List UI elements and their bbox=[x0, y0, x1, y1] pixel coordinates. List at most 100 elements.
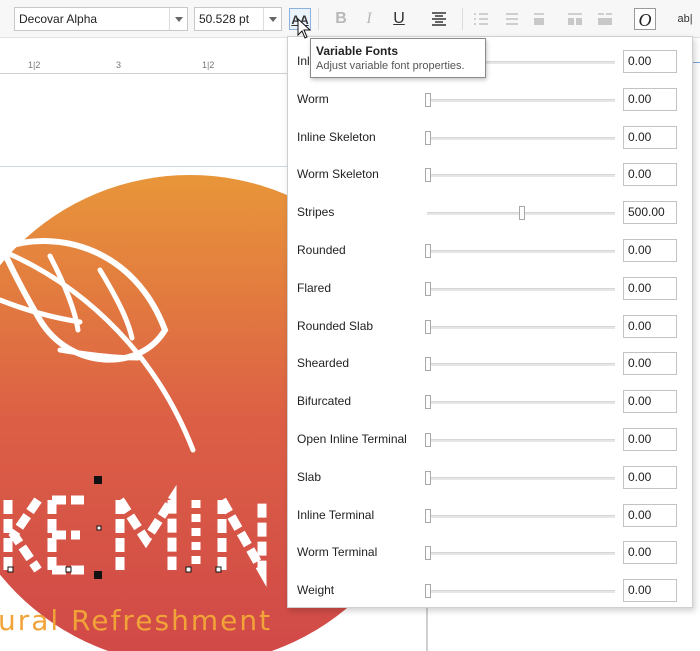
axis-slider-track[interactable] bbox=[427, 174, 615, 178]
font-family-value: Decovar Alpha bbox=[19, 12, 98, 26]
chevron-down-icon[interactable] bbox=[169, 8, 187, 30]
tooltip-description: Adjust variable font properties. bbox=[316, 60, 465, 72]
bold-button[interactable]: B bbox=[330, 8, 352, 30]
axis-label: Rounded bbox=[297, 243, 346, 257]
axis-row-inline-skeleton: Inline Skeleton 0.00 bbox=[288, 125, 692, 150]
axis-slider-track[interactable] bbox=[427, 476, 615, 480]
axis-slider-track[interactable] bbox=[427, 325, 615, 329]
axis-slider-track[interactable] bbox=[427, 552, 615, 556]
axis-slider-thumb[interactable] bbox=[425, 92, 431, 107]
axis-slider-track[interactable] bbox=[427, 250, 615, 253]
axis-value-input[interactable]: 0.00 bbox=[623, 239, 677, 262]
italic-button[interactable]: I bbox=[358, 8, 380, 30]
axis-row-rounded: Rounded 0.00 bbox=[288, 239, 692, 263]
axis-row-flared: Flared 0.00 bbox=[288, 276, 692, 301]
axis-slider-thumb[interactable] bbox=[425, 546, 431, 561]
axis-slider-track[interactable] bbox=[427, 439, 615, 442]
axis-slider-thumb[interactable] bbox=[425, 470, 431, 485]
axis-slider-thumb[interactable] bbox=[425, 244, 431, 258]
axis-slider-thumb[interactable] bbox=[425, 433, 431, 447]
bold-icon: B bbox=[335, 10, 347, 27]
axis-value-input[interactable]: 500.00 bbox=[623, 201, 677, 225]
axis-slider-track[interactable] bbox=[427, 514, 615, 518]
axis-slider-thumb[interactable] bbox=[425, 130, 431, 145]
columns-button[interactable] bbox=[564, 8, 586, 30]
axis-label: Worm bbox=[297, 91, 329, 106]
axis-slider-thumb[interactable] bbox=[425, 319, 431, 334]
text-property-toolbar: Decovar Alpha 50.528 pt AA B I U O ab| bbox=[0, 0, 700, 38]
axis-label: Worm Terminal bbox=[297, 545, 378, 560]
opentype-button[interactable]: O bbox=[634, 8, 656, 30]
underline-button[interactable]: U bbox=[388, 8, 410, 30]
ruler-label: 3 bbox=[116, 60, 122, 70]
axis-label: Stripes bbox=[297, 205, 335, 220]
axis-row-bifurcated: Bifurcated 0.00 bbox=[288, 390, 692, 414]
axis-label: Worm Skeleton bbox=[297, 167, 379, 182]
axis-value-input[interactable]: 0.00 bbox=[623, 579, 677, 603]
font-size-dropdown[interactable]: 50.528 pt bbox=[194, 7, 282, 31]
axis-row-inline-terminal: Inline Terminal 0.00 bbox=[288, 503, 692, 528]
numbered-list-button[interactable] bbox=[500, 8, 522, 30]
chevron-down-icon[interactable] bbox=[263, 8, 281, 30]
guide-line bbox=[0, 166, 288, 167]
variable-fonts-tooltip: Variable Fonts Adjust variable font prop… bbox=[310, 38, 486, 78]
alignment-button[interactable] bbox=[428, 8, 450, 30]
app-window: ural Refreshment Decovar Alpha 50.528 pt… bbox=[0, 0, 700, 651]
axis-value-input[interactable]: 0.00 bbox=[623, 503, 677, 527]
axis-value-input[interactable]: 0.00 bbox=[623, 390, 677, 414]
axis-value-input[interactable]: 0.00 bbox=[623, 541, 677, 565]
axis-row-rounded-slab: Rounded Slab 0.00 bbox=[288, 314, 692, 339]
axis-value-input[interactable]: 0.00 bbox=[623, 276, 677, 300]
axis-value-input[interactable]: 0.00 bbox=[623, 465, 677, 489]
axis-slider-track[interactable] bbox=[427, 363, 615, 367]
axis-row-weight: Weight 0.00 bbox=[288, 579, 692, 603]
numbered-list-icon bbox=[506, 13, 518, 25]
axis-slider-thumb[interactable] bbox=[425, 395, 431, 410]
toolbar-divider bbox=[318, 8, 319, 30]
axis-label: Inline Skeleton bbox=[297, 129, 376, 144]
axis-label: Inline Terminal bbox=[297, 507, 375, 522]
ruler-label: 1|2 bbox=[28, 60, 41, 70]
axis-row-worm-skeleton: Worm Skeleton 0.00 bbox=[288, 163, 692, 187]
bullet-list-icon bbox=[474, 13, 488, 25]
axis-slider-thumb[interactable] bbox=[425, 508, 431, 523]
axis-label: Shearded bbox=[297, 356, 350, 371]
font-size-value: 50.528 pt bbox=[199, 12, 250, 26]
underline-icon: U bbox=[393, 10, 405, 27]
axis-value-input[interactable]: 0.00 bbox=[623, 50, 677, 73]
bullet-list-button[interactable] bbox=[470, 8, 492, 30]
axis-slider-thumb[interactable] bbox=[425, 281, 431, 296]
align-center-icon bbox=[432, 12, 446, 26]
axis-row-stripes: Stripes 500.00 bbox=[288, 201, 692, 225]
axis-label: Slab bbox=[297, 469, 322, 484]
axis-value-input[interactable]: 0.00 bbox=[623, 428, 677, 451]
axis-slider-track[interactable] bbox=[427, 136, 615, 140]
axis-slider-track[interactable] bbox=[427, 401, 615, 405]
axis-row-slab: Slab 0.00 bbox=[288, 465, 692, 490]
variable-fonts-panel: Inline0.00Worm0.00Inline Skeleton0.00Wor… bbox=[287, 36, 693, 608]
axis-value-input[interactable]: 0.00 bbox=[623, 163, 677, 187]
axis-slider-track[interactable] bbox=[427, 98, 615, 102]
axis-value-input[interactable]: 0.00 bbox=[623, 87, 677, 111]
axis-slider-thumb[interactable] bbox=[425, 357, 431, 372]
italic-icon: I bbox=[366, 10, 372, 27]
axis-slider-thumb[interactable] bbox=[425, 584, 431, 599]
font-family-dropdown[interactable]: Decovar Alpha bbox=[14, 7, 188, 31]
axis-slider-track[interactable] bbox=[427, 287, 615, 291]
opentype-icon: O bbox=[638, 10, 652, 30]
axis-slider-track[interactable] bbox=[427, 590, 615, 594]
axis-row-worm: Worm 0.00 bbox=[288, 87, 692, 112]
axis-value-input[interactable]: 0.00 bbox=[623, 352, 677, 376]
text-tool-button[interactable]: ab| bbox=[670, 8, 700, 30]
axis-slider-thumb[interactable] bbox=[425, 168, 431, 183]
axis-value-input[interactable]: 0.00 bbox=[623, 314, 677, 338]
drop-cap-button[interactable] bbox=[528, 8, 550, 30]
text-tool-icon: ab| bbox=[677, 13, 693, 25]
horizontal-ruler: 1|2 3 1|2 bbox=[0, 60, 288, 74]
axis-label: Weight bbox=[297, 583, 335, 598]
axis-value-input[interactable]: 0.00 bbox=[623, 125, 677, 149]
axis-slider-thumb[interactable] bbox=[519, 206, 525, 221]
mouse-pointer-icon bbox=[297, 18, 312, 39]
frame-button[interactable] bbox=[594, 8, 616, 30]
axis-label: Bifurcated bbox=[297, 394, 352, 409]
